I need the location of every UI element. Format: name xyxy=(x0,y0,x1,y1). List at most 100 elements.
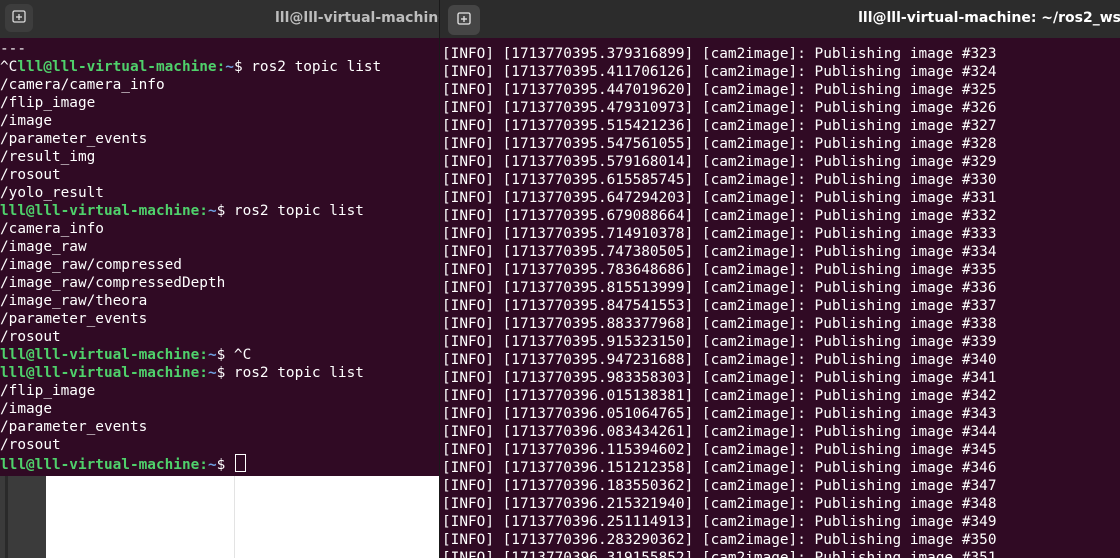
log-line: [INFO] [1713770395.714910378] [cam2image… xyxy=(442,226,997,242)
log-line: [INFO] [1713770396.183550362] [cam2image… xyxy=(442,478,997,494)
prompt-user: lll@lll-virtual-machine: xyxy=(0,365,208,381)
output-text: /image_raw/compressedDepth xyxy=(0,275,226,291)
prompt-line: lll@lll-virtual-machine:~$ xyxy=(0,454,440,473)
command-text: $ ros2 topic list xyxy=(216,365,364,381)
log-line: [INFO] [1713770395.615585745] [cam2image… xyxy=(442,172,997,188)
output-text: /rosout xyxy=(0,329,61,345)
new-tab-icon xyxy=(456,10,472,30)
log-line: [INFO] [1713770395.411706126] [cam2image… xyxy=(442,64,997,80)
output-line: /yolo_result xyxy=(0,184,440,202)
log-line: [INFO] [1713770395.479310973] [cam2image… xyxy=(442,100,997,116)
output-line: /image_raw/compressed xyxy=(0,256,440,274)
prompt-user: lll@lll-virtual-machine: xyxy=(17,59,226,75)
output-line: --- xyxy=(0,40,440,58)
prompt-user: lll@lll-virtual-machine: xyxy=(0,203,208,219)
log-line: [INFO] [1713770395.447019620] [cam2image… xyxy=(442,82,997,98)
output-line: /image_raw xyxy=(0,238,440,256)
output-text: /image_raw/theora xyxy=(0,293,148,309)
log-line: [INFO] [1713770396.151212358] [cam2image… xyxy=(442,460,997,476)
text-cursor xyxy=(234,454,246,472)
output-line: /parameter_events xyxy=(0,130,440,148)
window-title-right: lll@lll-virtual-machine: ~/ros2_ws xyxy=(858,10,1120,26)
output-text: /rosout xyxy=(0,167,61,183)
background-window-divider xyxy=(234,476,235,558)
log-line: [INFO] [1713770396.051064765] [cam2image… xyxy=(442,406,997,422)
log-line: [INFO] [1713770395.815513999] [cam2image… xyxy=(442,280,997,296)
output-line: /parameter_events xyxy=(0,418,440,436)
output-text: --- xyxy=(0,41,26,57)
terminal-output-left[interactable]: --- ^Clll@lll-virtual-machine:~$ ros2 top… xyxy=(0,40,440,476)
terminal-window-right[interactable]: lll@lll-virtual-machine: ~/ros2_ws [INFO… xyxy=(439,0,1120,558)
terminal-window-left[interactable]: lll@lll-virtual-machine: --- ^Clll@lll-vi… xyxy=(0,0,440,476)
output-line: /image xyxy=(0,112,440,130)
command-text: $ xyxy=(216,457,234,473)
output-line: /result_img xyxy=(0,148,440,166)
log-line: [INFO] [1713770396.015138381] [cam2image… xyxy=(442,388,997,404)
new-tab-button-right[interactable] xyxy=(448,5,480,35)
log-line: [INFO] [1713770395.379316899] [cam2image… xyxy=(442,46,997,62)
log-line: [INFO] [1713770395.983358303] [cam2image… xyxy=(442,370,997,386)
output-line: /camera_info xyxy=(0,220,440,238)
output-text: /image xyxy=(0,401,52,417)
log-line: [INFO] [1713770396.283290362] [cam2image… xyxy=(442,532,997,548)
output-text: /rosout xyxy=(0,437,61,453)
output-text: /flip_image xyxy=(0,383,96,399)
output-text: /camera/camera_info xyxy=(0,77,165,93)
desktop-dock-strip xyxy=(0,476,46,558)
prompt-path: ~ xyxy=(225,59,234,75)
titlebar-right[interactable]: lll@lll-virtual-machine: ~/ros2_ws xyxy=(440,0,1120,38)
log-line: [INFO] [1713770395.647294203] [cam2image… xyxy=(442,190,997,206)
output-text: /result_img xyxy=(0,149,96,165)
output-text: /parameter_events xyxy=(0,311,148,327)
log-line: [INFO] [1713770395.579168014] [cam2image… xyxy=(442,154,997,170)
background-window-area xyxy=(46,476,439,558)
output-line: /flip_image xyxy=(0,94,440,112)
prompt-line: ^Clll@lll-virtual-machine:~$ ros2 topic … xyxy=(0,58,440,76)
log-line: [INFO] [1713770395.679088664] [cam2image… xyxy=(442,208,997,224)
log-line: [INFO] [1713770395.847541553] [cam2image… xyxy=(442,298,997,314)
output-line: /rosout xyxy=(0,166,440,184)
prompt-line: lll@lll-virtual-machine:~$ ros2 topic li… xyxy=(0,202,440,220)
new-tab-button-left[interactable] xyxy=(5,4,33,32)
terminal-output-right[interactable]: [INFO] [1713770395.379316899] [cam2image… xyxy=(442,45,1120,558)
output-text: /image_raw xyxy=(0,239,87,255)
prompt-path: ~ xyxy=(207,365,217,381)
prompt-line: lll@lll-virtual-machine:~$ ^C xyxy=(0,346,440,364)
log-line: [INFO] [1713770395.547561055] [cam2image… xyxy=(442,136,997,152)
log-line: [INFO] [1713770396.083434261] [cam2image… xyxy=(442,424,997,440)
output-line: /image xyxy=(0,400,440,418)
prompt-path: ~ xyxy=(207,203,217,219)
command-text: $ ros2 topic list xyxy=(216,203,364,219)
output-line: /flip_image xyxy=(0,382,440,400)
output-line: /image_raw/compressedDepth xyxy=(0,274,440,292)
output-text: /yolo_result xyxy=(0,185,104,201)
log-line: [INFO] [1713770395.515421236] [cam2image… xyxy=(442,118,997,134)
output-line: /camera/camera_info xyxy=(0,76,440,94)
log-line: [INFO] [1713770396.115394602] [cam2image… xyxy=(442,442,997,458)
prompt-path: ~ xyxy=(207,347,217,363)
log-line: [INFO] [1713770395.883377968] [cam2image… xyxy=(442,316,997,332)
log-line: [INFO] [1713770396.319155852] [cam2image… xyxy=(442,550,997,558)
output-text: /parameter_events xyxy=(0,131,148,147)
log-line: [INFO] [1713770395.915323150] [cam2image… xyxy=(442,334,997,350)
prompt-user: lll@lll-virtual-machine: xyxy=(0,347,208,363)
command-text: $ ^C xyxy=(216,347,252,363)
new-tab-icon xyxy=(11,8,27,28)
log-line: [INFO] [1713770396.215321940] [cam2image… xyxy=(442,496,997,512)
output-text: /parameter_events xyxy=(0,419,148,435)
window-title-left: lll@lll-virtual-machine: xyxy=(275,10,440,26)
output-text: /flip_image xyxy=(0,95,96,111)
prompt-line: lll@lll-virtual-machine:~$ ros2 topic li… xyxy=(0,364,440,382)
log-line: [INFO] [1713770395.947231688] [cam2image… xyxy=(442,352,997,368)
log-line: [INFO] [1713770395.747380505] [cam2image… xyxy=(442,244,997,260)
output-line: /image_raw/theora xyxy=(0,292,440,310)
log-line: [INFO] [1713770396.251114913] [cam2image… xyxy=(442,514,997,530)
command-text: $ ros2 topic list xyxy=(233,59,382,75)
interrupt-text: ^C xyxy=(0,59,18,75)
log-line: [INFO] [1713770395.783648686] [cam2image… xyxy=(442,262,997,278)
output-text: /camera_info xyxy=(0,221,104,237)
output-text: /image xyxy=(0,113,52,129)
prompt-user: lll@lll-virtual-machine: xyxy=(0,457,208,473)
titlebar-left[interactable]: lll@lll-virtual-machine: xyxy=(0,0,440,38)
output-line: /rosout xyxy=(0,328,440,346)
